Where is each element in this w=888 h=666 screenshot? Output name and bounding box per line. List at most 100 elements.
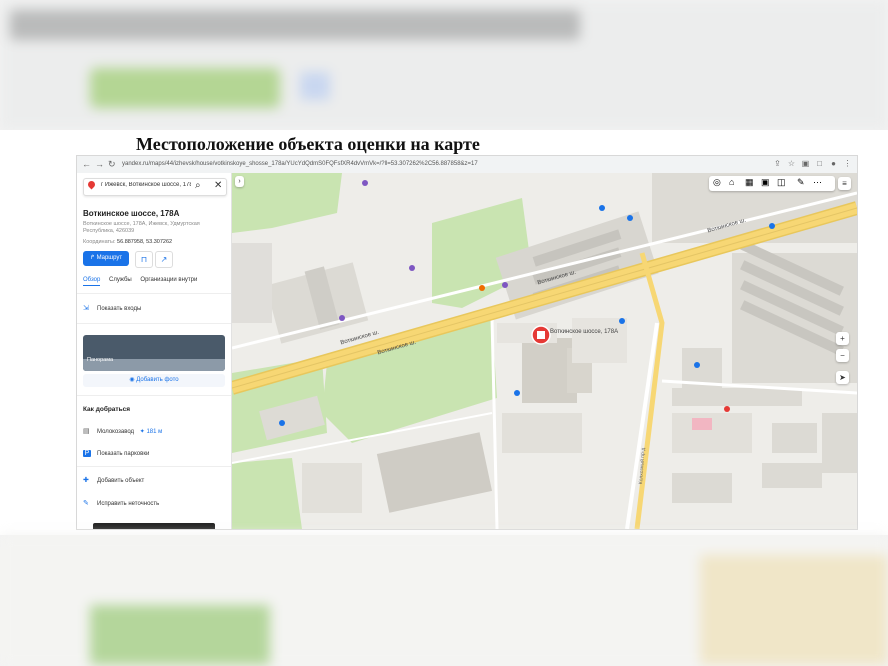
parking-layer-icon[interactable]: ◫ bbox=[777, 177, 786, 188]
browser-toolbar: ← → ↻ yandex.ru/maps/44/izhevsk/house/vo… bbox=[77, 156, 857, 174]
poi-marker bbox=[339, 315, 345, 321]
transit-icon[interactable]: ▣ bbox=[761, 177, 770, 188]
parking-icon: P bbox=[83, 450, 91, 457]
building bbox=[772, 423, 817, 453]
back-icon[interactable]: ← bbox=[82, 158, 91, 170]
tab-bar: Обзор Службы Организации внутри bbox=[83, 277, 204, 286]
route-label: Маршрут bbox=[96, 255, 123, 261]
bookmark-button[interactable]: ⊓ bbox=[135, 251, 153, 268]
target-label[interactable]: Воткинское шоссе, 178А bbox=[550, 329, 618, 335]
search-value: г Ижевск, Воткинское шоссе, 178 bbox=[101, 182, 191, 188]
profile-icon[interactable]: ● bbox=[829, 159, 838, 168]
blurred-block bbox=[90, 68, 280, 108]
tab-organizations[interactable]: Организации внутри bbox=[140, 277, 197, 283]
ruler-icon[interactable]: ✎ bbox=[797, 177, 805, 188]
park-area bbox=[232, 458, 302, 529]
add-object-label: Добавить объект bbox=[97, 478, 145, 484]
park-area bbox=[232, 173, 342, 233]
fix-inaccuracy-link[interactable]: ✎ Исправить неточность bbox=[83, 499, 159, 507]
transit-stop-row[interactable]: ▤ Молокозавод ✦ 181 м bbox=[83, 427, 162, 435]
bus-stop-icon: ▤ bbox=[83, 428, 90, 435]
building bbox=[302, 463, 362, 513]
stop-distance: 181 м bbox=[146, 429, 163, 435]
add-photo-button[interactable]: ◉ Добавить фото bbox=[83, 374, 225, 387]
document-page: Местоположение объекта оценки на карте ←… bbox=[0, 130, 888, 535]
poi-marker bbox=[502, 282, 508, 288]
target-marker-glyph bbox=[537, 331, 545, 339]
poi-marker bbox=[514, 390, 520, 396]
add-object-icon: ✚ bbox=[83, 477, 89, 484]
show-entrances-link[interactable]: ⇲ Показать входы bbox=[83, 304, 141, 312]
sidebar-panel: г Ижевск, Воткинское шоссе, 178 ⌕ ✕ Вотк… bbox=[77, 173, 232, 529]
search-input[interactable]: г Ижевск, Воткинское шоссе, 178 ⌕ ✕ bbox=[83, 178, 227, 196]
building bbox=[502, 413, 582, 453]
coordinates-label: Координаты: bbox=[83, 239, 116, 245]
building bbox=[376, 432, 493, 513]
share-icon: ↗ bbox=[160, 255, 168, 264]
collapse-panel-button[interactable]: › bbox=[235, 176, 244, 187]
stop-name: Молокозавод bbox=[97, 429, 135, 435]
fix-inaccuracy-label: Исправить неточность bbox=[97, 501, 160, 507]
more-icon[interactable]: ⋯ bbox=[813, 177, 822, 188]
blurred-block bbox=[300, 72, 330, 100]
map-layers-toolbar: ◎ ⌂ ▦ ▣ ◫ ✎ ⋯ bbox=[709, 176, 835, 191]
poi-marker bbox=[619, 318, 625, 324]
how-to-get-heading: Как добраться bbox=[83, 406, 131, 413]
location-pin-icon bbox=[86, 179, 97, 190]
address-bar[interactable]: yandex.ru/maps/44/izhevsk/house/votkinsk… bbox=[122, 158, 478, 170]
tab-overview[interactable]: Обзор bbox=[83, 277, 101, 286]
traffic-icon[interactable]: ▦ bbox=[745, 177, 754, 188]
extensions-icon[interactable]: ▣ bbox=[801, 159, 810, 168]
poi-marker bbox=[279, 420, 285, 426]
building bbox=[232, 243, 272, 323]
bottom-banner bbox=[93, 523, 215, 529]
blurred-block bbox=[90, 605, 270, 665]
close-icon[interactable]: ✕ bbox=[214, 180, 222, 191]
side-street bbox=[634, 252, 665, 529]
poi-marker bbox=[627, 215, 633, 221]
panorama-label: Панорама bbox=[87, 357, 114, 363]
poi-marker bbox=[599, 205, 605, 211]
share-icon[interactable]: ⇪ bbox=[773, 159, 782, 168]
forward-icon[interactable]: → bbox=[95, 158, 104, 170]
menu-icon[interactable]: ≡ bbox=[838, 177, 851, 190]
window-icon[interactable]: □ bbox=[815, 159, 824, 168]
map-canvas[interactable]: Воткинское шоссе, 178А Воткинское ш. Вот… bbox=[232, 173, 857, 529]
poi-marker bbox=[362, 180, 368, 186]
tab-services[interactable]: Службы bbox=[109, 277, 132, 283]
star-icon[interactable]: ☆ bbox=[787, 159, 796, 168]
show-parking-link[interactable]: P Показать парковки bbox=[83, 450, 149, 457]
add-object-link[interactable]: ✚ Добавить объект bbox=[83, 476, 144, 484]
zoom-in-button[interactable]: + bbox=[836, 332, 849, 345]
route-button[interactable]: ↱ Маршрут bbox=[83, 251, 129, 266]
reload-icon[interactable]: ↻ bbox=[108, 158, 116, 170]
blurred-block bbox=[700, 555, 888, 665]
building bbox=[672, 388, 802, 406]
coordinates: Координаты: 56.887958, 53.307262 bbox=[83, 239, 172, 245]
entrance-icon: ⇲ bbox=[83, 305, 89, 312]
panorama-icon[interactable]: ⌂ bbox=[729, 177, 734, 187]
blurred-header bbox=[0, 0, 888, 130]
building bbox=[762, 463, 822, 488]
browser-window: ← → ↻ yandex.ru/maps/44/izhevsk/house/vo… bbox=[76, 155, 858, 530]
poi-marker bbox=[724, 406, 730, 412]
panorama-preview[interactable]: Панорама bbox=[83, 335, 225, 371]
page-title: Местоположение объекта оценки на карте bbox=[136, 134, 480, 154]
parking-lot bbox=[572, 318, 627, 363]
zoom-out-button[interactable]: − bbox=[836, 349, 849, 362]
walk-icon: ✦ bbox=[139, 429, 145, 435]
place-address: Воткинское шоссе, 178А, Ижевск, Удмуртск… bbox=[83, 221, 200, 234]
search-icon[interactable]: ⌕ bbox=[195, 180, 201, 191]
add-photo-label: Добавить фото bbox=[136, 377, 179, 383]
menu-icon[interactable]: ⋮ bbox=[843, 159, 852, 168]
divider bbox=[77, 323, 231, 324]
coordinates-value[interactable]: 56.887958, 53.307262 bbox=[117, 239, 172, 245]
bookmark-icon: ⊓ bbox=[140, 255, 148, 264]
poi-marker bbox=[479, 285, 485, 291]
locate-me-icon[interactable]: ➤ bbox=[836, 371, 849, 384]
place-title: Воткинское шоссе, 178А bbox=[83, 209, 180, 218]
hospital-building bbox=[692, 418, 712, 430]
layers-icon[interactable]: ◎ bbox=[713, 177, 721, 188]
poi-marker bbox=[769, 223, 775, 229]
share-button[interactable]: ↗ bbox=[155, 251, 173, 268]
